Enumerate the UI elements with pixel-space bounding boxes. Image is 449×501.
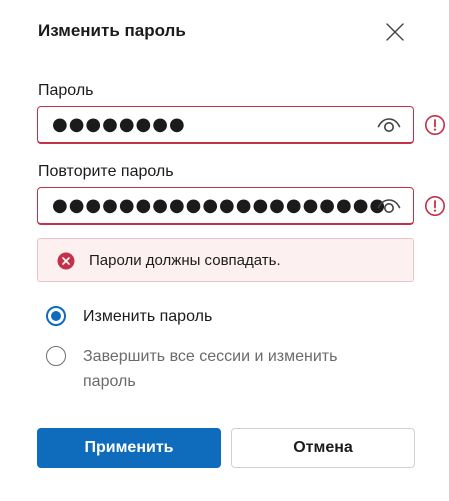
option-change-password[interactable]: Изменить пароль bbox=[46, 306, 373, 329]
eye-icon bbox=[377, 199, 401, 213]
option-label: Завершить все сессии и изменить пароль bbox=[83, 348, 338, 390]
confirm-password-value: ●●●●●●●●●●●●●●●●●●●● bbox=[52, 195, 387, 216]
password-field[interactable]: ●●●●●●●● bbox=[37, 106, 414, 144]
radio-change-password[interactable] bbox=[46, 306, 66, 326]
show-confirm-password-button[interactable] bbox=[375, 194, 403, 218]
password-value: ●●●●●●●● bbox=[52, 114, 186, 135]
option-label: Изменить пароль bbox=[83, 308, 213, 325]
show-password-button[interactable] bbox=[375, 113, 403, 137]
close-icon bbox=[386, 23, 404, 41]
alert-circle-icon bbox=[425, 196, 445, 216]
eye-icon bbox=[377, 118, 401, 132]
radio-end-sessions[interactable] bbox=[46, 346, 66, 366]
error-circle-icon bbox=[57, 252, 75, 270]
option-end-sessions[interactable]: Завершить все сессии и изменить пароль bbox=[46, 346, 373, 394]
confirm-password-field[interactable]: ●●●●●●●●●●●●●●●●●●●● bbox=[37, 187, 414, 225]
close-button[interactable] bbox=[380, 17, 410, 47]
password-label: Пароль bbox=[38, 82, 94, 99]
confirm-password-label: Повторите пароль bbox=[38, 163, 174, 180]
apply-button[interactable]: Применить bbox=[37, 428, 221, 468]
change-password-dialog: Изменить пароль Пароль ●●●●●●●● Повторит… bbox=[0, 0, 449, 501]
error-banner: Пароли должны совпадать. bbox=[37, 238, 414, 282]
alert-circle-icon bbox=[425, 115, 445, 135]
dialog-title: Изменить пароль bbox=[38, 21, 186, 40]
cancel-button[interactable]: Отмена bbox=[231, 428, 415, 468]
error-message: Пароли должны совпадать. bbox=[89, 252, 281, 269]
